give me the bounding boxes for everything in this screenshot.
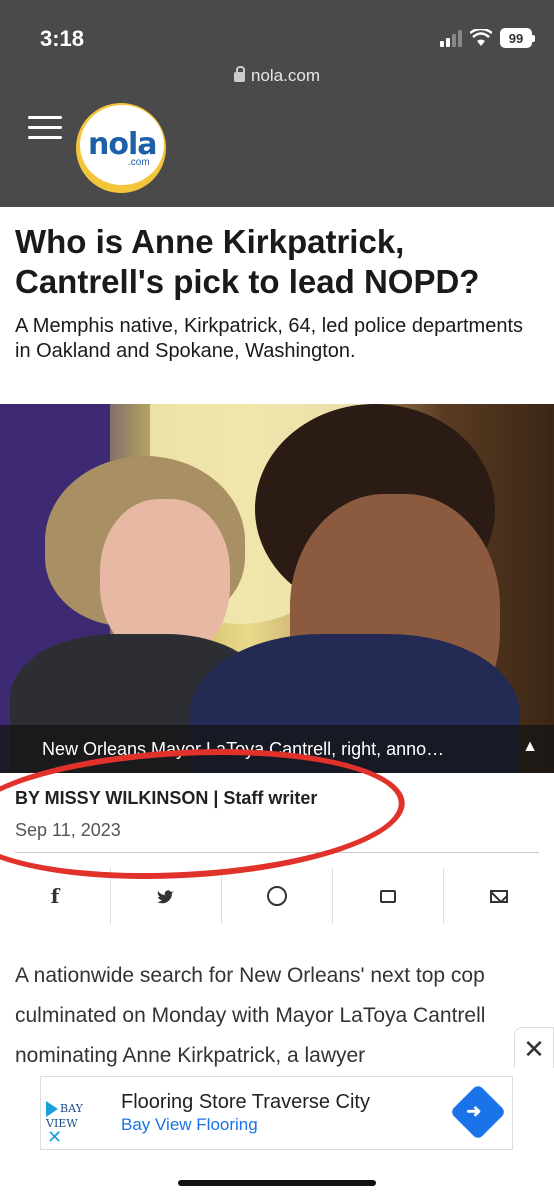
url-text: nola.com	[251, 66, 320, 85]
photo-caption: New Orleans Mayor LaToya Cantrell, right…	[42, 739, 445, 759]
comment-icon	[380, 889, 396, 903]
byline[interactable]: BY MISSY WILKINSON | Staff writer	[15, 788, 317, 809]
close-ad-overlay-button[interactable]: ✕	[514, 1027, 554, 1071]
ad-title[interactable]: Flooring Store Traverse City	[121, 1091, 370, 1114]
article-body: A nationwide search for New Orleans' nex…	[15, 956, 515, 1076]
share-comment-button[interactable]	[333, 868, 444, 924]
directions-button[interactable]: ➜	[449, 1083, 507, 1141]
ad-close-button[interactable]: ✕	[47, 1127, 62, 1148]
publish-date: Sep 11, 2023	[15, 820, 121, 840]
article-headline: Who is Anne Kirkpatrick, Cantrell's pick…	[15, 223, 480, 300]
site-header: 3:18 99 nola.com nola .com	[0, 0, 554, 207]
battery-icon: 99	[500, 28, 535, 48]
share-facebook-button[interactable]: f	[0, 868, 111, 924]
ad-subtitle[interactable]: Bay View Flooring	[121, 1115, 258, 1135]
url-bar[interactable]: nola.com	[0, 66, 554, 86]
article-photo[interactable]	[0, 404, 554, 773]
photo-caption-bar[interactable]: New Orleans Mayor LaToya Cantrell, right…	[0, 725, 554, 773]
menu-icon[interactable]	[28, 116, 62, 140]
body-text-part2: , a lawyer	[275, 1044, 366, 1067]
wifi-icon	[470, 29, 492, 46]
logo-subtext: .com	[128, 157, 150, 168]
share-bar: f	[0, 868, 554, 924]
divider	[15, 852, 539, 853]
share-whatsapp-button[interactable]	[222, 868, 333, 924]
caption-expand-button[interactable]: ▲	[522, 738, 538, 756]
play-icon	[46, 1101, 58, 1117]
signal-icon	[440, 29, 462, 47]
ad-logo: BAY VIEW	[46, 1101, 116, 1130]
status-time: 3:18	[40, 26, 85, 51]
share-email-button[interactable]	[444, 868, 554, 924]
arrow-right-icon: ➜	[466, 1100, 482, 1121]
lock-icon	[234, 66, 245, 82]
share-twitter-button[interactable]	[111, 868, 222, 924]
email-icon	[490, 889, 508, 903]
status-icons: 99	[440, 28, 535, 48]
whatsapp-icon	[267, 886, 287, 906]
home-indicator	[178, 1180, 376, 1186]
article-subhead: A Memphis native, Kirkpatrick, 64, led p…	[15, 315, 524, 362]
twitter-icon	[157, 889, 174, 903]
nola-logo[interactable]: nola .com	[76, 103, 166, 193]
facebook-icon: f	[50, 884, 60, 908]
ad-card[interactable]: BAY VIEW ✕ Flooring Store Traverse City …	[40, 1076, 513, 1150]
